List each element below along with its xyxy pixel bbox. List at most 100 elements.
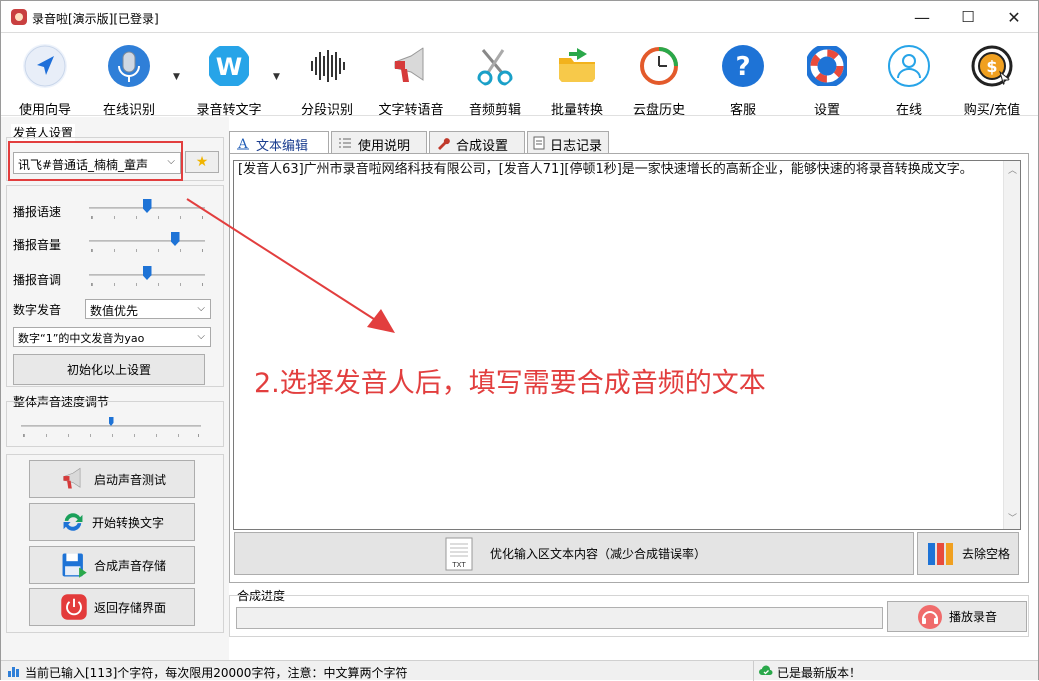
toolbar-audio-edit-button[interactable]: 音频剪辑 <box>457 40 533 118</box>
close-button[interactable]: ✕ <box>991 3 1037 31</box>
digit-label: 数字发音 <box>13 303 62 317</box>
status-char-count: 当前已输入[113]个字符，每次限用20000字符，注意：中文算两个字符 <box>25 666 408 680</box>
history-clock-icon <box>640 47 678 85</box>
favorite-voice-button[interactable]: ★ <box>185 151 219 173</box>
microphone-icon <box>108 45 150 87</box>
toolbar-support-button[interactable]: ? 客服 <box>705 40 781 118</box>
cloud-check-icon <box>759 665 773 675</box>
speed-label: 播报语速 <box>13 205 62 219</box>
main-toolbar: 使用向导 在线识别 ▼ W 录音转文字 ▼ 分段识别 文字转语音 音频剪辑 批量… <box>1 34 1038 118</box>
status-bar: 当前已输入[113]个字符，每次限用20000字符，注意：中文算两个字符 已是最… <box>1 660 1038 681</box>
start-sound-test-button[interactable]: 启动声音测试 <box>29 460 195 498</box>
toolbar-label: 分段识别 <box>300 103 353 118</box>
synthesis-progress-bar <box>236 607 883 629</box>
editor-scrollbar[interactable]: ︿ ﹀ <box>1003 161 1020 529</box>
one-pronunciation-value: 数字“1”的中文发音为yao <box>18 332 145 345</box>
user-icon <box>888 45 930 87</box>
tab-text-edit[interactable]: A 文本编辑 <box>229 131 329 154</box>
toolbar-cloud-history-button[interactable]: 云盘历史 <box>621 40 697 118</box>
w-logo-icon: W <box>209 46 249 86</box>
toolbar-online-recognize-button[interactable]: 在线识别 ▼ <box>91 40 180 118</box>
slider-thumb[interactable] <box>142 266 152 280</box>
start-convert-text-button[interactable]: 开始转换文字 <box>29 503 195 541</box>
toolbar-label: 使用向导 <box>18 103 71 118</box>
svg-text:?: ? <box>735 52 750 82</box>
toolbar-purchase-button[interactable]: $ 购买/充值 <box>954 40 1030 118</box>
binders-icon <box>927 542 953 565</box>
window-title: 录音啦[演示版][已登录] <box>32 12 159 26</box>
minimize-button[interactable]: — <box>899 3 945 31</box>
svg-text:$: $ <box>986 57 997 76</box>
editor-text[interactable]: [发音人63]广州市录音啦网络科技有限公司，[发音人71][停顿1秒]是一家快速… <box>238 162 1016 178</box>
dropdown-arrow-icon[interactable]: ▼ <box>273 72 280 82</box>
txt-file-icon: TXT <box>445 537 473 570</box>
remove-spaces-label: 去除空格 <box>961 547 1010 561</box>
toolbar-label: 批量转换 <box>550 103 603 118</box>
question-icon: ? <box>722 45 764 87</box>
tab-log[interactable]: 日志记录 <box>527 131 609 154</box>
document-icon <box>533 136 545 150</box>
title-bar: 录音啦[演示版][已登录] — ☐ ✕ <box>1 1 1038 33</box>
status-version: 已是最新版本！ <box>777 666 862 680</box>
action-label: 合成声音存储 <box>94 558 167 573</box>
toolbar-guide-button[interactable]: 使用向导 <box>7 40 83 118</box>
tab-label: 使用说明 <box>358 139 411 154</box>
wrench-icon <box>438 138 450 150</box>
toolbar-label: 在线识别 <box>102 103 155 118</box>
svg-text:TXT: TXT <box>451 561 466 569</box>
scroll-up-icon[interactable]: ︿ <box>1008 163 1017 179</box>
headphones-icon <box>917 604 942 629</box>
digit-mode-value: 数值优先 <box>90 304 139 318</box>
toolbar-label: 音频剪辑 <box>468 103 521 118</box>
save-icon <box>62 553 87 578</box>
play-recording-label: 播放录音 <box>948 610 997 624</box>
toolbar-online-button[interactable]: 在线 <box>871 40 947 118</box>
megaphone-icon <box>63 467 81 489</box>
action-label: 返回存储界面 <box>94 600 167 615</box>
pitch-label: 播报音调 <box>13 273 62 287</box>
optimize-text-label: 优化输入区文本内容（减少合成错误率） <box>489 547 706 561</box>
toolbar-label: 客服 <box>729 103 756 118</box>
maximize-button[interactable]: ☐ <box>945 3 991 31</box>
optimize-text-button[interactable]: TXT 优化输入区文本内容（减少合成错误率） <box>234 532 914 575</box>
toolbar-settings-button[interactable]: 设置 <box>789 40 865 118</box>
lifebuoy-icon <box>807 46 847 86</box>
save-synthesized-audio-button[interactable]: 合成声音存储 <box>29 546 195 584</box>
voice-highlight-box <box>8 141 183 181</box>
toolbar-audio-to-text-button[interactable]: W 录音转文字 ▼ <box>191 40 280 118</box>
toolbar-label: 在线 <box>895 103 922 118</box>
tab-label: 日志记录 <box>550 139 603 154</box>
text-a-icon: A <box>237 137 249 150</box>
waveform-icon <box>311 50 345 82</box>
tab-instructions[interactable]: 使用说明 <box>331 131 427 154</box>
annotation-text: 2.选择发音人后，填写需要合成音频的文本 <box>254 368 766 399</box>
play-recording-button[interactable]: 播放录音 <box>887 601 1027 632</box>
list-icon <box>339 138 351 148</box>
toolbar-label: 文字转语音 <box>378 103 444 118</box>
dropdown-arrow-icon[interactable]: ▼ <box>173 72 180 82</box>
toolbar-batch-convert-button[interactable]: 批量转换 <box>539 40 615 118</box>
bar-chart-icon <box>8 667 19 677</box>
slider-thumb[interactable] <box>170 232 180 246</box>
toolbar-text-to-speech-button[interactable]: 文字转语音 <box>373 40 449 118</box>
slider-thumb[interactable] <box>142 199 152 213</box>
toolbar-segment-recognize-button[interactable]: 分段识别 <box>289 40 365 118</box>
app-window: 录音啦[演示版][已登录] — ☐ ✕ 使用向导 在线识别 ▼ W 录音转文字 … <box>0 0 1039 681</box>
status-divider <box>753 661 754 681</box>
tab-label: 文本编辑 <box>256 139 309 154</box>
scissors-icon <box>477 49 513 86</box>
return-storage-button[interactable]: 返回存储界面 <box>29 588 195 626</box>
tab-synthesis-settings[interactable]: 合成设置 <box>429 131 525 154</box>
app-logo-icon <box>11 9 27 25</box>
toolbar-label: 设置 <box>813 103 840 118</box>
refresh-icon <box>63 513 83 531</box>
navigation-arrow-icon <box>23 44 67 88</box>
scroll-down-icon[interactable]: ﹀ <box>1008 511 1017 527</box>
annotation-arrow-icon <box>186 198 395 333</box>
reset-settings-button[interactable]: 初始化以上设置 <box>13 354 205 385</box>
remove-spaces-button[interactable]: 去除空格 <box>917 532 1019 575</box>
overall-speed-slider[interactable] <box>17 415 205 437</box>
volume-label: 播报音量 <box>13 238 62 252</box>
megaphone-icon <box>394 47 424 82</box>
svg-text:W: W <box>216 53 242 81</box>
